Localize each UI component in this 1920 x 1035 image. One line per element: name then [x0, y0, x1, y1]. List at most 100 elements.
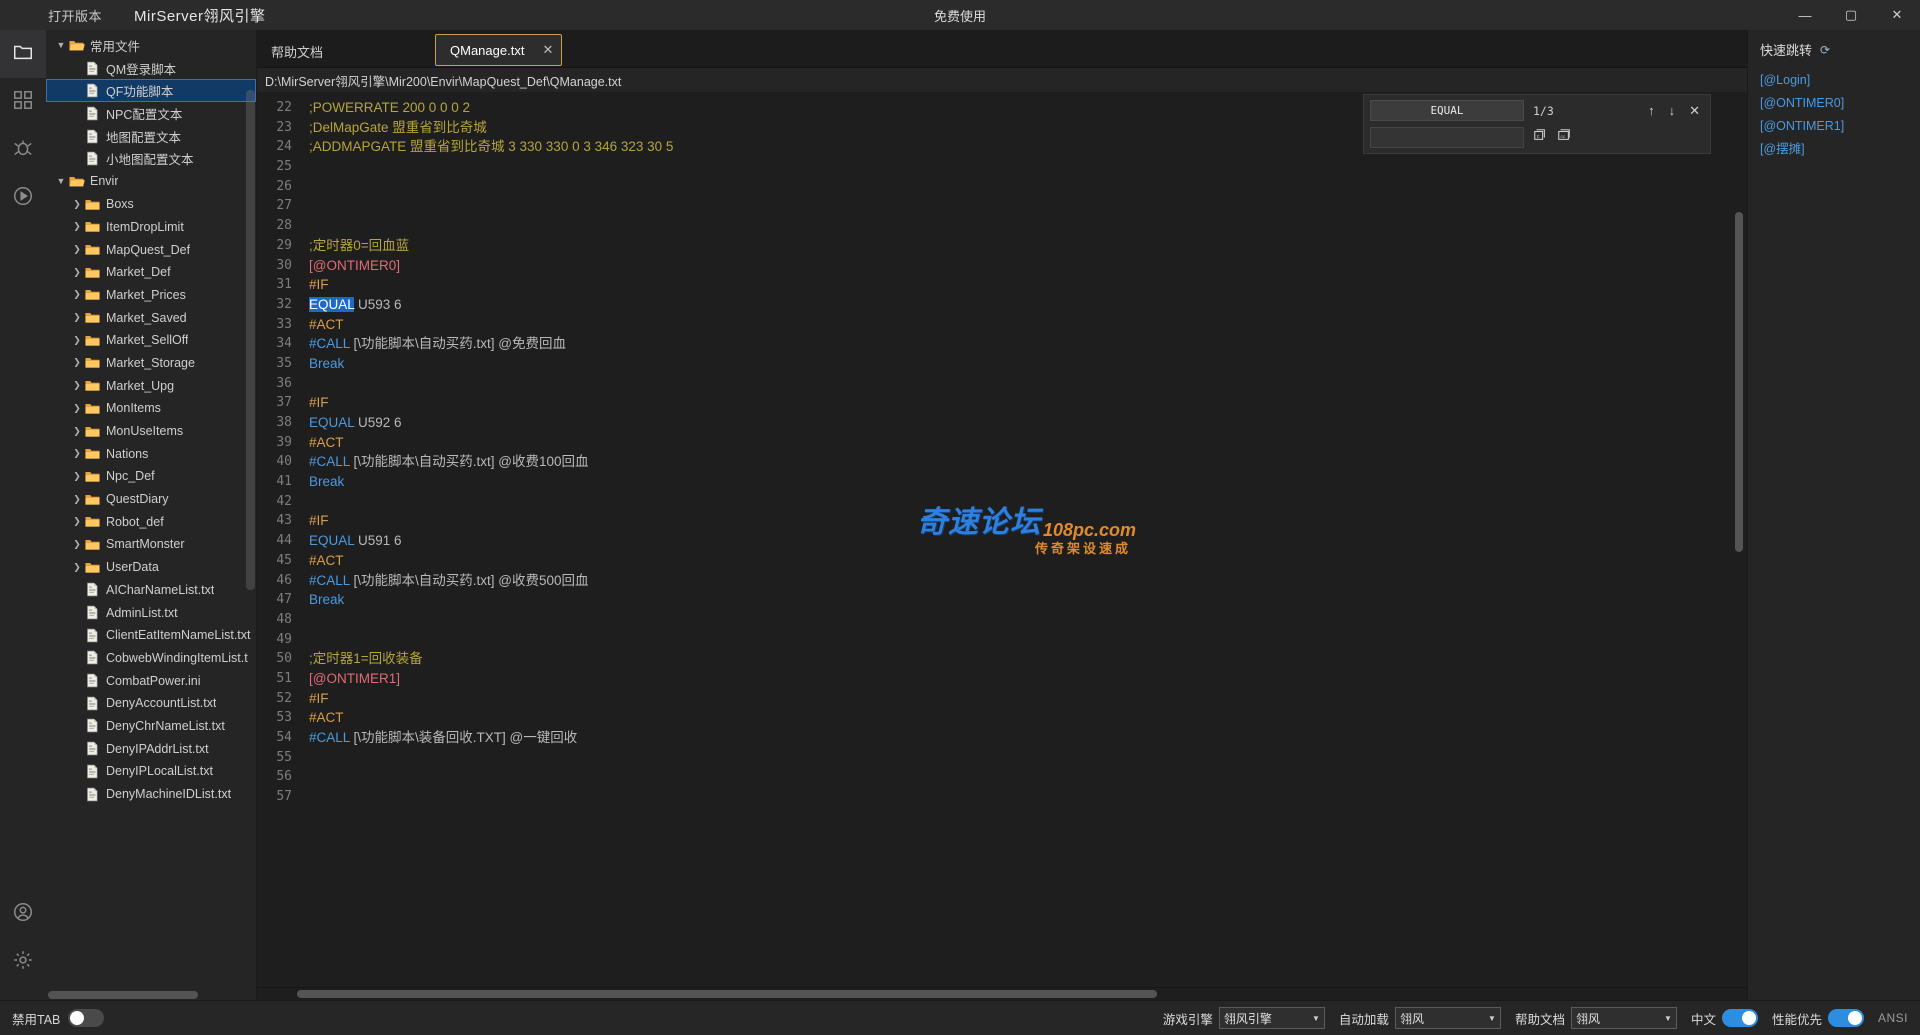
tree-item[interactable]: txt CobwebWindingItemList.t: [46, 647, 256, 670]
tree-item[interactable]: ❯ Npc_Def: [46, 465, 256, 488]
tree-item-label: UserData: [106, 560, 159, 575]
tree-item[interactable]: ❯ Market_Prices: [46, 284, 256, 307]
tree-item[interactable]: ❯ SmartMonster: [46, 533, 256, 556]
minimize-button[interactable]: —: [1782, 0, 1828, 30]
chevron-right-icon[interactable]: ❯: [70, 471, 84, 482]
open-version-button[interactable]: 打开版本: [48, 6, 102, 25]
chevron-right-icon[interactable]: ❯: [70, 244, 84, 255]
tree-item[interactable]: ❯ UserData: [46, 556, 256, 579]
chevron-down-icon[interactable]: ▼: [54, 176, 68, 186]
rail-item-run[interactable]: [0, 174, 46, 222]
tree-item[interactable]: ❯ Market_Def: [46, 261, 256, 284]
language-toggle[interactable]: [1721, 1009, 1758, 1027]
find-previous-icon[interactable]: ↑: [1648, 103, 1655, 119]
folder-icon: [84, 514, 101, 529]
chevron-right-icon[interactable]: ❯: [70, 403, 84, 414]
activity-rail: [0, 30, 46, 1000]
line-number: 54: [276, 730, 292, 745]
refresh-icon[interactable]: ⟳: [1820, 43, 1830, 57]
chevron-right-icon[interactable]: ❯: [70, 312, 84, 323]
replace-all-icon[interactable]: cc: [1557, 128, 1571, 147]
tree-item[interactable]: txt AICharNameList.txt: [46, 579, 256, 602]
chevron-right-icon[interactable]: ❯: [70, 267, 84, 278]
tree-item[interactable]: txt QM登录脚本: [46, 57, 256, 80]
autoload-select[interactable]: 翎风 ▼: [1394, 1007, 1501, 1029]
rail-item-debug[interactable]: [0, 126, 46, 174]
search-input[interactable]: EQUAL: [1370, 100, 1524, 121]
tree-item[interactable]: txt QF功能脚本: [46, 79, 256, 103]
quick-jump-link[interactable]: [@ONTIMER0]: [1760, 92, 1920, 115]
chevron-right-icon[interactable]: ❯: [70, 516, 84, 527]
tree-item[interactable]: ❯ Market_Saved: [46, 306, 256, 329]
code-line: EQUAL U591 6: [309, 531, 1747, 551]
tree-item[interactable]: txt DenyMachineIDList.txt: [46, 783, 256, 806]
tree-item[interactable]: ❯ Nations: [46, 442, 256, 465]
replace-one-icon[interactable]: c: [1533, 128, 1547, 147]
close-button[interactable]: ✕: [1874, 0, 1920, 30]
quick-jump-link[interactable]: [@Login]: [1760, 69, 1920, 92]
tree-item[interactable]: txt DenyIPLocalList.txt: [46, 760, 256, 783]
chevron-right-icon[interactable]: ❯: [70, 357, 84, 368]
quick-jump-link[interactable]: [@ONTIMER1]: [1760, 115, 1920, 138]
chevron-right-icon[interactable]: ❯: [70, 199, 84, 210]
tree-item[interactable]: txt 地图配置文本: [46, 125, 256, 148]
code-text-area[interactable]: ;POWERRATE 200 0 0 0 2 ;DelMapGate 盟重省到比奇…: [301, 92, 1747, 987]
performance-toggle[interactable]: [1827, 1009, 1864, 1027]
tree-item[interactable]: ❯ MonItems: [46, 397, 256, 420]
tree-item[interactable]: txt ClientEatItemNameList.txt: [46, 624, 256, 647]
chevron-right-icon[interactable]: ❯: [70, 539, 84, 550]
tree-item[interactable]: ❯ ItemDropLimit: [46, 216, 256, 239]
rail-item-modules[interactable]: [0, 78, 46, 126]
tree-item[interactable]: ▼ 常用文件: [46, 34, 256, 57]
chevron-right-icon[interactable]: ❯: [70, 335, 84, 346]
tree-item[interactable]: txt AdminList.txt: [46, 601, 256, 624]
chevron-right-icon[interactable]: ❯: [70, 494, 84, 505]
tree-item[interactable]: txt DenyAccountList.txt: [46, 692, 256, 715]
tree-item[interactable]: txt DenyChrNameList.txt: [46, 715, 256, 738]
replace-input[interactable]: [1370, 127, 1524, 148]
tree-item[interactable]: txt DenyIPAddrList.txt: [46, 737, 256, 760]
tab-help-doc[interactable]: 帮助文档: [257, 36, 435, 66]
tree-item[interactable]: txt NPC配置文本: [46, 102, 256, 125]
code-token: ;DelMapGate 盟重省到比奇城: [309, 119, 487, 135]
tab-qmanage[interactable]: QManage.txt ✕: [435, 34, 563, 66]
tree-item[interactable]: ❯ QuestDiary: [46, 488, 256, 511]
tree-item[interactable]: txt 小地图配置文本: [46, 147, 256, 170]
rail-item-account[interactable]: [0, 890, 46, 938]
find-close-icon[interactable]: ✕: [1689, 103, 1700, 119]
maximize-button[interactable]: ▢: [1828, 0, 1874, 30]
rail-item-explorer[interactable]: [0, 30, 46, 78]
tree-item-label: 地图配置文本: [106, 130, 182, 145]
disable-tab-toggle[interactable]: [68, 1009, 105, 1027]
tree-item[interactable]: txt CombatPower.ini: [46, 669, 256, 692]
encoding-label: ANSI: [1877, 1011, 1908, 1025]
helpdoc-select[interactable]: 翎风 ▼: [1570, 1007, 1677, 1029]
chevron-right-icon[interactable]: ❯: [70, 221, 84, 232]
line-number: 25: [276, 159, 292, 175]
tree-item[interactable]: ❯ MapQuest_Def: [46, 238, 256, 261]
chevron-right-icon[interactable]: ❯: [70, 562, 84, 573]
editor-horizontal-scrollbar[interactable]: [257, 987, 1747, 1000]
tree-item[interactable]: ❯ Market_Storage: [46, 352, 256, 375]
close-icon[interactable]: ✕: [542, 42, 553, 58]
tree-item[interactable]: ❯ Market_Upg: [46, 374, 256, 397]
tree-item[interactable]: ▼ Envir: [46, 170, 256, 193]
title-bar: 打开版本 MirServer翎风引擎 免费使用 — ▢ ✕: [0, 0, 1920, 30]
tree-item[interactable]: ❯ Market_SellOff: [46, 329, 256, 352]
chevron-right-icon[interactable]: ❯: [70, 426, 84, 437]
explorer-scrollbar[interactable]: [246, 90, 255, 590]
chevron-right-icon[interactable]: ❯: [70, 448, 84, 459]
chevron-right-icon[interactable]: ❯: [70, 289, 84, 300]
line-number: 49: [276, 631, 292, 647]
quick-jump-link[interactable]: [@摆摊]: [1760, 138, 1920, 161]
chevron-right-icon[interactable]: ❯: [70, 380, 84, 391]
explorer-hscrollbar[interactable]: [46, 990, 256, 1000]
chevron-down-icon[interactable]: ▼: [54, 40, 68, 50]
tree-item[interactable]: ❯ Boxs: [46, 193, 256, 216]
rail-item-settings[interactable]: [0, 938, 46, 986]
editor-vertical-scrollbar[interactable]: [1735, 212, 1743, 552]
tree-item[interactable]: ❯ MonUseItems: [46, 420, 256, 443]
tree-item[interactable]: ❯ Robot_def: [46, 510, 256, 533]
find-next-icon[interactable]: ↓: [1669, 103, 1676, 119]
engine-select[interactable]: 翎风引擎 ▼: [1218, 1007, 1325, 1029]
